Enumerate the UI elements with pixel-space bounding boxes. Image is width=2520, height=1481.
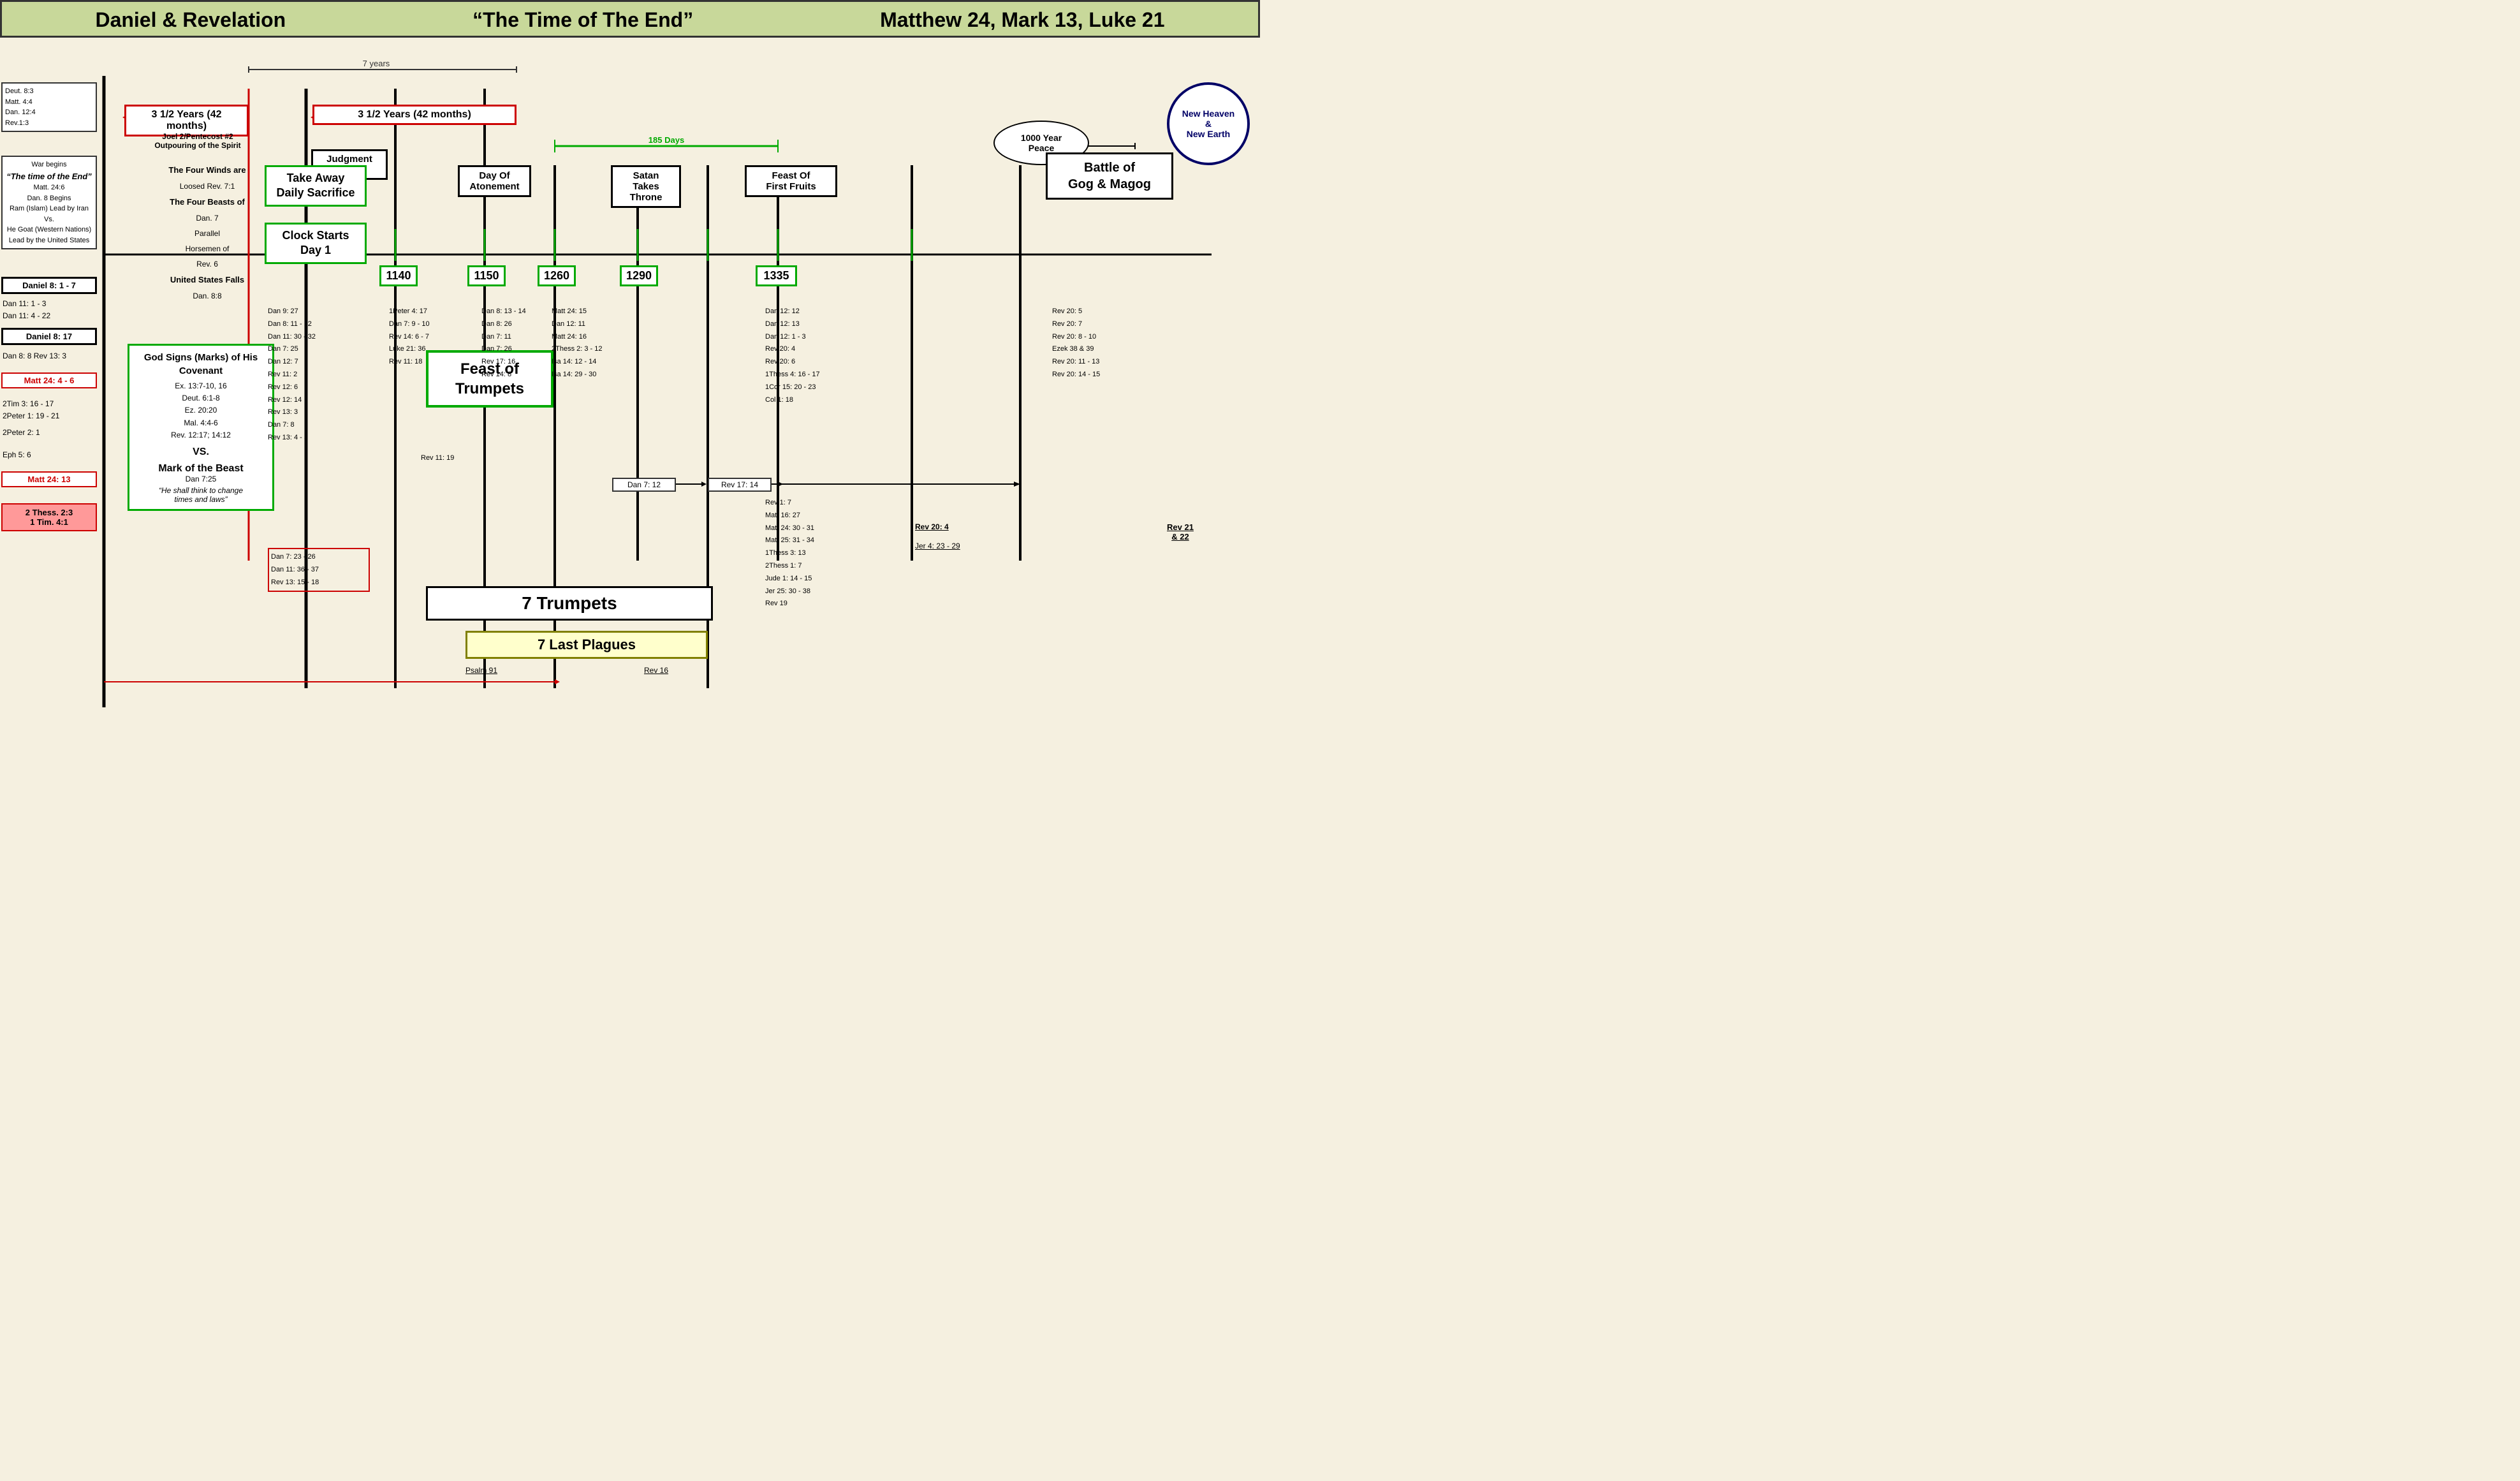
god-signs-box: God Signs (Marks) of His Covenant Ex. 13… bbox=[128, 344, 274, 511]
ref-col6: Rev 20: 5 Rev 20: 7 Rev 20: 8 - 10 Ezek … bbox=[1052, 306, 1180, 381]
ref-col5b: Rev 1: 7 Matt 16: 27 Matt 24: 30 - 31 Ma… bbox=[765, 497, 886, 610]
ref-dan12-7: Dan 12: 7 bbox=[268, 356, 360, 369]
ref-rev11-19: Rev 11: 19 bbox=[421, 452, 454, 465]
page-container: Daniel & Revelation “The Time of The End… bbox=[0, 0, 1260, 740]
rev20-4-label: Rev 20: 4 bbox=[915, 522, 949, 531]
tim-peter-refs: 2Tim 3: 16 - 17 2Peter 1: 19 - 21 bbox=[3, 398, 97, 422]
num-1150-box: 1150 bbox=[467, 265, 506, 286]
ref-rev12-14: Rev 12: 14 bbox=[268, 394, 360, 407]
daniel-8-17-box: Daniel 8: 17 bbox=[1, 328, 97, 345]
header: Daniel & Revelation “The Time of The End… bbox=[0, 0, 1260, 38]
num-1140-box: 1140 bbox=[379, 265, 418, 286]
ref-rev13-4: Rev 13: 4 - 5 bbox=[268, 432, 360, 445]
left-refs-box1: Deut. 8:3 Matt. 4:4 Dan. 12:4 Rev.1:3 bbox=[1, 82, 97, 132]
beast-title: Mark of the Beast bbox=[135, 463, 267, 475]
header-title1: Daniel & Revelation bbox=[95, 8, 286, 32]
vs-label: VS. bbox=[135, 446, 267, 458]
matt-24-4-6-box: Matt 24: 4 - 6 bbox=[1, 372, 97, 388]
matt-24-13-box: Matt 24: 13 bbox=[1, 471, 97, 487]
ref-col4: Matt 24: 15 Dan 12: 11 Matt 24: 16 2Thes… bbox=[552, 306, 654, 381]
god-signs-title: God Signs (Marks) of His Covenant bbox=[135, 351, 267, 378]
ref-dan8-11: Dan 8: 11 - 12 bbox=[268, 318, 360, 331]
header-title2: “The Time of The End” bbox=[472, 8, 693, 32]
ref-rev12-6: Rev 12: 6 bbox=[268, 381, 360, 394]
ref-col2: 1Peter 4: 17 Dan 7: 9 - 10 Rev 14: 6 - 7… bbox=[389, 306, 481, 369]
new-heaven-circle: New Heaven&New Earth bbox=[1167, 82, 1250, 165]
time-end-label: “The time of the End” bbox=[5, 170, 93, 183]
seven-trumpets-box: 7 Trumpets bbox=[426, 586, 713, 621]
war-begins-label: War begins bbox=[5, 159, 93, 170]
rev17-14-box: Rev 17: 14 bbox=[708, 478, 772, 492]
god-signs-refs: Ex. 13:7-10, 16 Deut. 6:1-8 Ez. 20:20 Ma… bbox=[135, 380, 267, 441]
num-1290-box: 1290 bbox=[620, 265, 658, 286]
thess-tim-box: 2 Thess. 2:3 1 Tim. 4:1 bbox=[1, 503, 97, 531]
war-refs: Matt. 24:6 Dan. 8 Begins Ram (Islam) Lea… bbox=[5, 182, 93, 246]
header-title3: Matthew 24, Mark 13, Luke 21 bbox=[880, 8, 1164, 32]
psalm-91-label: Psalm 91 bbox=[465, 666, 497, 675]
beast-ref: Dan 7:25 bbox=[135, 475, 267, 483]
ref-col5: Dan 12: 12 Dan 12: 13 Dan 12: 1 - 3 Rev … bbox=[765, 306, 886, 406]
main-content: 7 years bbox=[0, 38, 1260, 739]
ref-dan9: Dan 9: 27 bbox=[268, 306, 360, 318]
peter2-ref: 2Peter 2: 1 bbox=[3, 427, 97, 439]
svg-text:7 years: 7 years bbox=[363, 59, 390, 68]
jer4-label: Jer 4: 23 - 29 bbox=[915, 542, 960, 550]
ref-col1-red: Dan 7: 23 - 26 Dan 11: 36 - 37 Rev 13: 1… bbox=[268, 548, 370, 592]
ref-dan7-25: Dan 7: 25 bbox=[268, 343, 360, 356]
war-begins-box: War begins “The time of the End” Matt. 2… bbox=[1, 156, 97, 249]
daniel-8-1-7-box: Daniel 8: 1 - 7 bbox=[1, 277, 97, 294]
take-away-box: Take Away Daily Sacrifice bbox=[265, 165, 367, 207]
feast-first-box: Feast Of First Fruits bbox=[745, 165, 837, 197]
day-atonement-box: Day Of Atonement bbox=[458, 165, 531, 197]
beast-text: “He shall think to change times and laws… bbox=[135, 486, 267, 504]
left-refs-text1: Deut. 8:3 Matt. 4:4 Dan. 12:4 Rev.1:3 bbox=[5, 87, 36, 127]
clock-starts-box: Clock Starts Day 1 bbox=[265, 223, 367, 264]
rev-16-label: Rev 16 bbox=[644, 666, 668, 675]
num-1260-box: 1260 bbox=[538, 265, 576, 286]
ref-col1: Dan 9: 27 Dan 8: 11 - 12 Dan 11: 30 - 32… bbox=[268, 306, 360, 445]
dan7-12-box: Dan 7: 12 bbox=[612, 478, 676, 492]
satan-throne-box: Satan Takes Throne bbox=[611, 165, 681, 208]
num-1335-box: 1335 bbox=[756, 265, 797, 286]
period2-box: 3 1/2 Years (42 months) bbox=[312, 105, 516, 125]
new-heaven-text: New Heaven&New Earth bbox=[1182, 108, 1234, 139]
four-winds-section: The Four Winds are Loosed Rev. 7:1 The F… bbox=[137, 162, 277, 304]
dan8-rev13-text: Dan 8: 8 Rev 13: 3 bbox=[3, 350, 97, 362]
battle-gog-box: Battle of Gog & Magog bbox=[1046, 152, 1173, 200]
rev21-22-label: Rev 21 & 22 bbox=[1167, 522, 1194, 542]
ref-rev11-2: Rev 11: 2 bbox=[268, 369, 360, 381]
joel-label: Joel 2/Pentecost #2 Outpouring of the Sp… bbox=[137, 132, 258, 150]
seven-plagues-box: 7 Last Plagues bbox=[465, 631, 708, 659]
ref-dan11-30: Dan 11: 30 - 32 bbox=[268, 331, 360, 344]
ref-rev13-3: Rev 13: 3 bbox=[268, 406, 360, 419]
eph-ref: Eph 5: 6 bbox=[3, 449, 97, 461]
dan-11-refs: Dan 11: 1 - 3 Dan 11: 4 - 22 bbox=[3, 298, 97, 322]
ref-dan7-8: Dan 7: 8 bbox=[268, 419, 360, 432]
svg-text:185 Days: 185 Days bbox=[648, 135, 684, 145]
